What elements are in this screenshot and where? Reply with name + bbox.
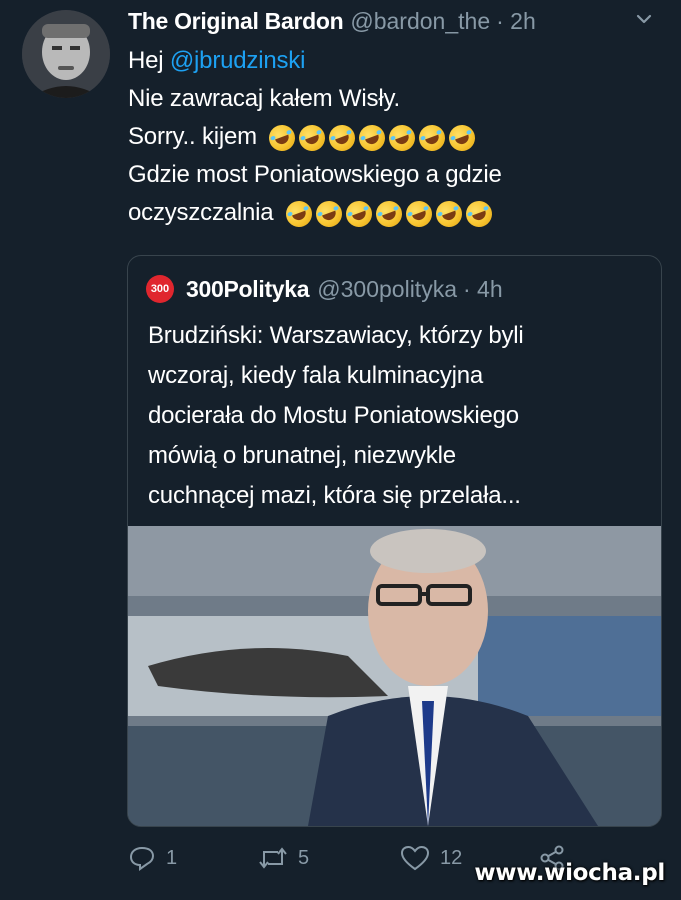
rofl-emoji-icon [355, 120, 390, 155]
rofl-emoji-icon [462, 196, 496, 231]
reply-count: 1 [166, 846, 178, 869]
tweet-line-4: Gdzie most Poniatowskiego a gdzie [128, 161, 502, 188]
quoted-tweet-image[interactable] [128, 526, 661, 826]
quoted-author-handle: @300polityka [317, 275, 457, 302]
quoted-tweet-header: 300 300Polityka @300polityka · 4h [146, 274, 503, 304]
quoted-author-name: 300Polityka [186, 275, 310, 302]
chevron-down-icon[interactable] [633, 8, 655, 30]
avatar-photo [22, 10, 110, 98]
rofl-emoji-icon [415, 120, 450, 155]
tweet-time[interactable]: · 2h [496, 8, 536, 35]
tweet-line-3-text: Sorry.. kijem [128, 123, 257, 150]
retweet-count: 5 [298, 846, 310, 869]
quoted-author-logo: 300 [146, 275, 174, 303]
author-avatar[interactable] [22, 10, 110, 98]
reply-button[interactable]: 1 [128, 840, 177, 876]
heart-icon [400, 845, 430, 871]
like-count: 12 [440, 846, 463, 869]
tweet-line-1: Hej @jbrudzinski [128, 42, 648, 80]
author-handle[interactable]: @bardon_the [350, 8, 490, 35]
rofl-emoji-icon [402, 196, 436, 231]
author-name[interactable]: The Original Bardon [128, 8, 344, 35]
retweet-icon [259, 847, 287, 869]
mention-link[interactable]: @jbrudzinski [170, 47, 306, 74]
site-watermark: www.wiocha.pl [474, 860, 665, 886]
tweet-header: The Original Bardon @bardon_the · 2h [128, 6, 661, 36]
rofl-emoji-icon [282, 196, 316, 231]
greeting-text: Hej [128, 47, 164, 74]
retweet-button[interactable]: 5 [258, 840, 309, 876]
rofl-emoji-icon [312, 196, 346, 231]
tweet-line-5-text: oczyszczalnia [128, 199, 274, 226]
tweet-line-2: Nie zawracaj kałem Wisły. [128, 85, 400, 112]
quoted-tweet-time: · 4h [463, 275, 503, 302]
quoted-text-line: cuchnącej mazi, która się przelała... [148, 482, 521, 509]
rofl-emoji-icon [265, 120, 300, 155]
quoted-text-line: wczoraj, kiedy fala kulminacyjna [148, 362, 484, 389]
rofl-emoji-icon [432, 196, 466, 231]
emoji-row-2 [282, 196, 496, 231]
reply-icon [129, 846, 155, 871]
quoted-tweet-text: Brudziński: Warszawiacy, którzy byli wcz… [148, 316, 643, 516]
quoted-tweet-card[interactable]: 300 300Polityka @300polityka · 4h Brudzi… [127, 255, 662, 827]
tweet-line-5: oczyszczalnia [128, 194, 648, 232]
rofl-emoji-icon [372, 196, 406, 231]
quoted-text-line: docierała do Mostu Poniatowskiego [148, 402, 519, 429]
rofl-emoji-icon [342, 196, 376, 231]
like-button[interactable]: 12 [400, 840, 462, 876]
emoji-row-1 [265, 120, 480, 155]
tweet-text: Hej @jbrudzinski Nie zawracaj kałem Wisł… [128, 42, 648, 232]
quoted-text-line: Brudziński: Warszawiacy, którzy byli [148, 322, 524, 349]
rofl-emoji-icon [325, 120, 360, 155]
rofl-emoji-icon [385, 120, 420, 155]
rofl-emoji-icon [295, 120, 330, 155]
quoted-text-line: mówią o brunatnej, niezwykle [148, 442, 456, 469]
rofl-emoji-icon [445, 120, 480, 155]
tweet-line-3: Sorry.. kijem [128, 118, 648, 156]
